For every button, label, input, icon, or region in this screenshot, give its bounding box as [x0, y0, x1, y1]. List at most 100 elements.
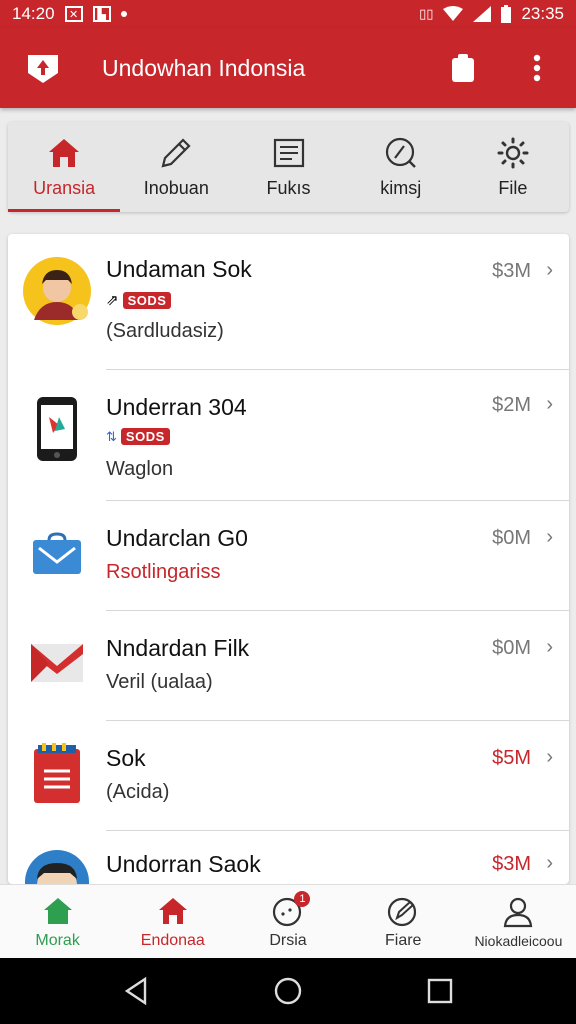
list-item[interactable]: Sok (Acida) $5M ›: [8, 721, 569, 831]
notification-badge: 1: [294, 891, 311, 907]
recents-button[interactable]: [420, 971, 460, 1011]
nav-morak[interactable]: Morak: [0, 885, 115, 958]
status-time-right: 23:35: [521, 4, 564, 23]
tab-file[interactable]: File: [457, 122, 569, 212]
tab-inobuan[interactable]: Inobuan: [120, 122, 232, 212]
share-icon: ⇗: [106, 292, 119, 309]
mail-envelope-icon: [22, 627, 92, 697]
status-time-left: 14:20: [12, 4, 55, 23]
item-title: Undaman Sok: [106, 256, 252, 282]
tab-label: Inobuan: [143, 177, 209, 198]
item-title: Nndardan Filk: [106, 635, 250, 661]
chevron-right-icon: ›: [546, 259, 553, 281]
pencil-icon: [161, 137, 191, 168]
nav-label: Fiare: [384, 931, 422, 949]
item-title: Undarclan G0: [106, 525, 248, 551]
nav-label: Morak: [35, 931, 80, 949]
wifi-icon: [443, 6, 464, 21]
tab-kimsj[interactable]: kimsj: [345, 122, 457, 212]
app-bar: Undowhan Indonsia: [0, 28, 576, 108]
tab-label: Fukıs: [266, 177, 311, 198]
list-item[interactable]: Nndardan Filk Veril (ualaa) $0M ›: [8, 611, 569, 721]
person-avatar-icon: [25, 850, 89, 884]
item-list: Undaman Sok ⇗ SODS (Sardludasiz) $3M › U…: [8, 234, 569, 884]
notification-app-icon: ▙: [92, 6, 111, 22]
nav-drsia[interactable]: 1 Drsia: [230, 885, 345, 958]
item-badge-line: ⇗ SODS: [106, 291, 172, 309]
nav-fiare[interactable]: Fiare: [346, 885, 461, 958]
category-tabs: Uransia Inobuan Fukıs kimsj File: [8, 122, 569, 212]
item-title: Sok: [106, 745, 146, 771]
tab-uransia[interactable]: Uransia: [8, 122, 121, 212]
back-icon: [124, 976, 147, 1006]
recents-icon: [427, 978, 453, 1004]
list-item[interactable]: Undaman Sok ⇗ SODS (Sardludasiz) $3M ›: [8, 234, 569, 370]
item-badge-line: ⇅ SODS: [106, 428, 170, 445]
edit-icon: [388, 897, 417, 926]
nav-label: Endonaa: [140, 931, 205, 949]
item-badge: SODS: [120, 428, 170, 445]
item-badge: SODS: [122, 291, 172, 309]
home-icon: [158, 897, 187, 924]
back-button[interactable]: [116, 971, 156, 1011]
home-icon: [43, 897, 72, 924]
vibrate-icon: ▯▯: [419, 6, 434, 21]
home-button[interactable]: [268, 971, 308, 1011]
tab-label: kimsj: [380, 177, 422, 198]
item-title: Underran 304: [106, 394, 247, 420]
clipboard-icon: [452, 54, 474, 82]
item-price: $0M: [492, 527, 531, 549]
status-bar: 14:20 ✕ ▙ ▯▯ 23:35: [0, 0, 576, 28]
document-icon: [273, 138, 304, 167]
signal-icon: [473, 6, 492, 22]
list-item[interactable]: Undarclan G0 Rsotlingariss $0M ›: [8, 501, 569, 611]
avatar: [22, 847, 92, 884]
person-avatar-icon: [23, 257, 91, 325]
item-price: $0M: [492, 637, 531, 659]
notification-mail-icon: ✕: [64, 6, 83, 22]
nav-label: Drsia: [269, 931, 307, 949]
notification-dot-icon: [120, 11, 127, 17]
chevron-right-icon: ›: [546, 852, 553, 874]
item-subtitle: (Sardludasiz): [106, 320, 224, 342]
phone-app-icon: [22, 394, 92, 464]
item-price: $3M: [492, 853, 531, 875]
mail-bag-icon: [22, 519, 92, 589]
notebook-icon: [22, 739, 92, 809]
item-price: $3M: [492, 260, 531, 282]
item-subtitle: (Acida): [106, 781, 170, 803]
list-item[interactable]: Undorran Saok $3M ›: [8, 831, 569, 884]
more-vert-icon: [533, 54, 541, 82]
chevron-right-icon: ›: [546, 746, 553, 768]
item-price: $2M: [492, 394, 531, 416]
avatar: [22, 256, 92, 326]
item-price: $5M: [492, 747, 531, 769]
share-icon: ⇅: [106, 428, 117, 444]
battery-icon: [501, 5, 512, 23]
tab-label: Uransia: [33, 177, 96, 198]
item-title: Undorran Saok: [106, 851, 261, 877]
item-subtitle: Veril (ualaa): [106, 671, 213, 693]
person-icon: [504, 897, 533, 927]
home-icon: [49, 138, 80, 167]
chevron-right-icon: ›: [546, 636, 553, 658]
clipboard-button[interactable]: [448, 51, 478, 85]
nav-label: Niokadleicoou: [474, 932, 563, 949]
chevron-right-icon: ›: [546, 526, 553, 548]
nav-endonaa[interactable]: Endonaa: [115, 885, 230, 958]
bottom-navigation: Morak Endonaa 1 Drsia Fiare Niokadleicoo…: [0, 884, 576, 958]
chevron-right-icon: ›: [546, 393, 553, 415]
item-subtitle: Rsotlingariss: [106, 561, 221, 583]
tab-label: File: [498, 177, 528, 198]
app-title: Undowhan Indonsia: [102, 54, 306, 81]
item-subtitle: Waglon: [106, 458, 174, 480]
list-item[interactable]: Underran 304 ⇅ SODS Waglon $2M ›: [8, 370, 569, 501]
app-logo-icon: [24, 51, 62, 85]
system-navigation: [0, 958, 576, 1024]
home-circle-icon: [274, 977, 302, 1005]
gear-icon: [497, 137, 529, 168]
tab-fukis[interactable]: Fukıs: [232, 122, 344, 212]
nav-niokadleicoou[interactable]: Niokadleicoou: [461, 885, 576, 958]
overflow-menu-button[interactable]: [522, 51, 552, 85]
compass-icon: [385, 137, 416, 168]
